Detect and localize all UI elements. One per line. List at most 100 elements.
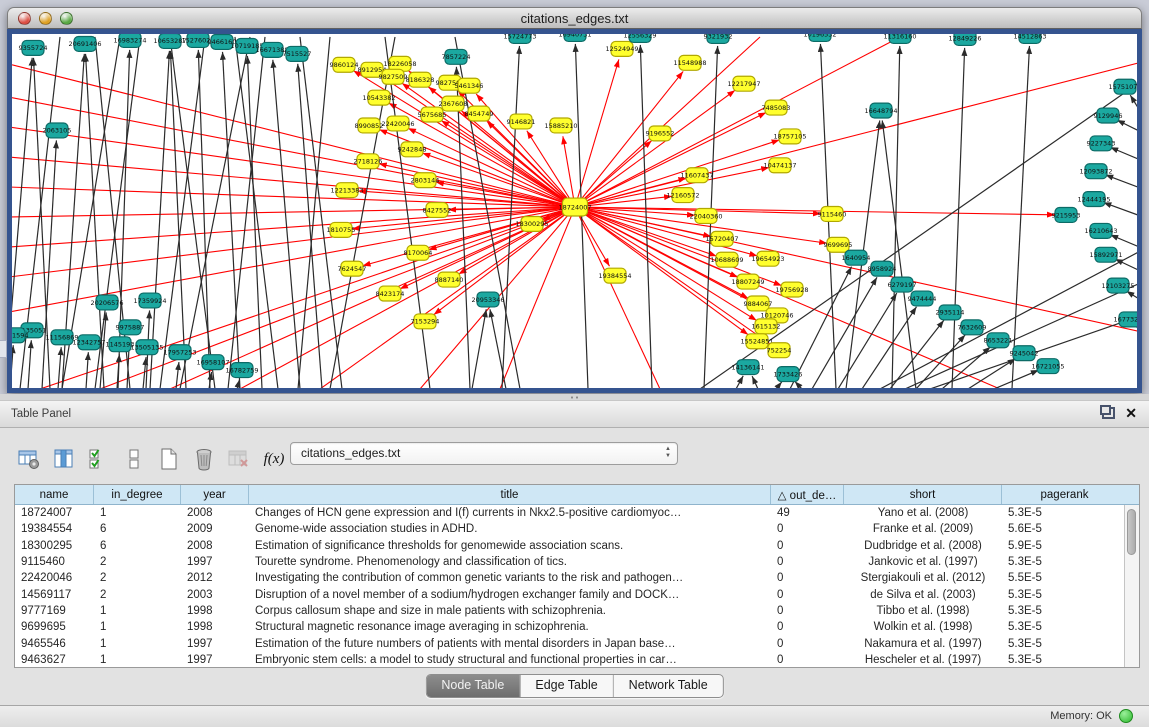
- graph-node[interactable]: 2063105: [43, 123, 72, 138]
- graph-node[interactable]: 8958924: [868, 261, 897, 276]
- graph-node[interactable]: 10688609: [710, 252, 743, 267]
- graph-node[interactable]: 9129946: [1094, 108, 1123, 123]
- column-header-short[interactable]: short: [844, 485, 1002, 504]
- graph-node[interactable]: 15885210: [544, 118, 577, 133]
- graph-node[interactable]: 8454749: [465, 106, 494, 121]
- table-row[interactable]: 911546021997Tourette syndrome. Phenomeno…: [15, 554, 1139, 570]
- graph-node[interactable]: 9975887: [116, 320, 145, 335]
- graph-node[interactable]: 1810755: [327, 222, 356, 237]
- graph-node[interactable]: 7515527: [283, 46, 312, 61]
- graph-node[interactable]: 14136141: [731, 360, 764, 375]
- column-header-name[interactable]: name: [15, 485, 94, 504]
- graph-node[interactable]: 20206576: [90, 295, 123, 310]
- window-titlebar[interactable]: citations_edges.txt: [7, 7, 1142, 29]
- graph-node[interactable]: 752254: [767, 343, 792, 358]
- table-vertical-scrollbar[interactable]: [1124, 505, 1139, 667]
- float-panel-icon[interactable]: [1102, 407, 1115, 419]
- table-row[interactable]: 2242004622012Investigating the contribut…: [15, 570, 1139, 586]
- graph-node[interactable]: 8423174: [376, 286, 405, 301]
- graph-node[interactable]: 8653221: [984, 333, 1013, 348]
- graph-node[interactable]: 12093872: [1079, 164, 1112, 179]
- scrollbar-thumb[interactable]: [1127, 509, 1136, 555]
- graph-node[interactable]: 11607437: [680, 168, 713, 183]
- graph-node[interactable]: 8887140: [435, 272, 464, 287]
- column-header-title[interactable]: title: [249, 485, 771, 504]
- delete-button[interactable]: [191, 446, 217, 472]
- table-row[interactable]: 1456911722003Disruption of a novel membe…: [15, 586, 1139, 602]
- table-row[interactable]: 946362711997Embryonic stem cells: a mode…: [15, 652, 1139, 668]
- network-table-dropdown[interactable]: citations_edges.txt ▲▼: [290, 442, 678, 465]
- graph-node[interactable]: 7624547: [338, 261, 367, 276]
- graph-node[interactable]: 12217947: [727, 76, 760, 91]
- graph-node[interactable]: 9321932: [704, 34, 733, 43]
- graph-node[interactable]: 18757105: [773, 129, 806, 144]
- graph-node[interactable]: 7485083: [762, 100, 791, 115]
- graph-node[interactable]: 12444195: [1077, 192, 1110, 207]
- table-row[interactable]: 946554611997Estimation of the future num…: [15, 635, 1139, 651]
- graph-node[interactable]: 7632609: [958, 320, 987, 335]
- graph-node[interactable]: 2367608: [439, 96, 468, 111]
- graph-node[interactable]: 9242848: [398, 142, 427, 157]
- graph-node[interactable]: 7153294: [411, 314, 440, 329]
- graph-node[interactable]: 12103275: [1101, 278, 1134, 293]
- graph-node[interactable]: 12160572: [666, 188, 699, 203]
- graph-node[interactable]: 9355724: [19, 40, 48, 55]
- tab-network-table[interactable]: Network Table: [613, 675, 723, 697]
- graph-node[interactable]: 1640954: [842, 250, 871, 265]
- table-row[interactable]: 1830029562008Estimation of significance …: [15, 538, 1139, 554]
- graph-node[interactable]: 12524949: [605, 41, 638, 56]
- graph-node[interactable]: 2718126: [354, 154, 383, 169]
- graph-node[interactable]: 9146821: [507, 114, 536, 129]
- panel-collapse-handle[interactable]: [0, 340, 7, 358]
- graph-node[interactable]: 2803144: [411, 173, 440, 188]
- graph-node[interactable]: 8170064: [404, 245, 433, 260]
- graph-node[interactable]: 15724773: [503, 34, 536, 43]
- graph-node[interactable]: 9215953: [1052, 208, 1081, 223]
- graph-node[interactable]: 7857224: [442, 49, 471, 64]
- new-document-button[interactable]: [156, 446, 182, 472]
- graph-node[interactable]: 12213383: [330, 183, 363, 198]
- graph-node[interactable]: 20953346: [471, 292, 504, 307]
- clear-selection-button[interactable]: [121, 446, 147, 472]
- close-panel-icon[interactable]: ✕: [1125, 406, 1137, 420]
- graph-node[interactable]: 9827509: [379, 69, 408, 84]
- table-row[interactable]: 969969511998Structural magnetic resonanc…: [15, 619, 1139, 635]
- graph-hub-node[interactable]: 18724007: [558, 198, 591, 216]
- graph-node[interactable]: 9115460: [818, 207, 847, 222]
- graph-node[interactable]: 6279197: [888, 277, 917, 292]
- graph-node[interactable]: 9860124: [330, 57, 359, 72]
- select-column-button[interactable]: [51, 446, 77, 472]
- column-header-pagerank[interactable]: pagerank: [1002, 485, 1127, 504]
- column-header-year[interactable]: year: [181, 485, 249, 504]
- graph-node[interactable]: 9196552: [646, 126, 675, 141]
- graph-node[interactable]: 17359924: [133, 293, 166, 308]
- graph-node[interactable]: 1733426: [774, 367, 803, 382]
- table-settings-button[interactable]: [16, 446, 42, 472]
- graph-node[interactable]: 10543382: [362, 90, 395, 105]
- graph-node[interactable]: 2935114: [936, 305, 965, 320]
- memory-status-indicator[interactable]: [1119, 709, 1133, 723]
- graph-node[interactable]: 9245042: [1010, 346, 1039, 361]
- tab-node-table[interactable]: Node Table: [426, 675, 519, 697]
- graph-node[interactable]: 14512863: [1013, 34, 1046, 43]
- table-row[interactable]: 977716911998Corpus callosum shape and si…: [15, 603, 1139, 619]
- graph-node[interactable]: 12849226: [948, 34, 981, 45]
- graph-node[interactable]: 8427552: [423, 203, 452, 218]
- graph-node[interactable]: 13505135: [130, 340, 163, 355]
- graph-node[interactable]: 10474137: [763, 158, 796, 173]
- graph-node[interactable]: 10196532: [803, 34, 836, 41]
- graph-node[interactable]: 16648794: [864, 103, 897, 118]
- graph-node[interactable]: 8186328: [406, 72, 435, 87]
- select-all-button[interactable]: [86, 446, 112, 472]
- graph-node[interactable]: 9474444: [908, 291, 937, 306]
- column-header-in_degree[interactable]: in_degree: [94, 485, 181, 504]
- tab-edge-table[interactable]: Edge Table: [519, 675, 612, 697]
- graph-node[interactable]: 8990852: [355, 118, 384, 133]
- graph-node[interactable]: 11548988: [673, 55, 706, 70]
- graph-node[interactable]: 11316160: [883, 34, 916, 43]
- column-header-out_de[interactable]: △ out_de…: [771, 485, 844, 504]
- graph-node[interactable]: 16940731: [558, 34, 591, 41]
- graph-node[interactable]: 17957253: [163, 345, 196, 360]
- network-canvas[interactable]: 9860124891295418226058982750981863289827…: [12, 34, 1137, 388]
- graph-node[interactable]: 5461346: [455, 78, 484, 93]
